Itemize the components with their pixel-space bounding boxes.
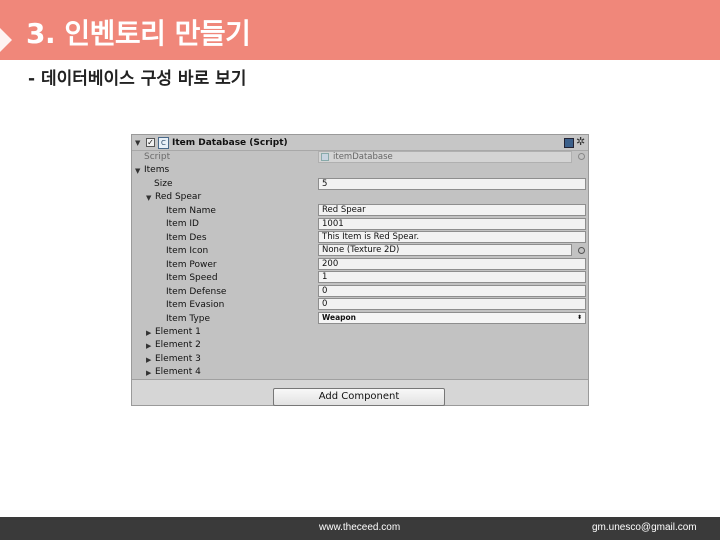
slide-footer-bar: www.theceed.com gm.unesco@gmail.com [0, 517, 720, 540]
object-picker-icon[interactable] [578, 247, 585, 254]
unity-inspector-panel: ▼ ✓ C Item Database (Script) ✲ Script it… [131, 134, 589, 406]
item-speed-label: Item Speed [166, 273, 218, 283]
script-picker-icon [578, 153, 585, 160]
element4-label[interactable]: Element 4 [155, 366, 201, 378]
item-power-label: Item Power [166, 260, 217, 270]
item-speed-input[interactable]: 1 [318, 271, 586, 283]
item-id-input[interactable]: 1001 [318, 218, 586, 230]
component-enabled-checkbox[interactable]: ✓ [146, 138, 155, 147]
element0-foldout-icon[interactable]: ▼ [146, 193, 151, 203]
item-evasion-input[interactable]: 0 [318, 298, 586, 310]
footer-email: gm.unesco@gmail.com [592, 522, 697, 533]
dropdown-arrows-icon: ⬍ [576, 314, 582, 321]
inspector-footer: Add Component [132, 379, 588, 406]
item-defense-label: Item Defense [166, 287, 227, 297]
slide-title: 3. 인벤토리 만들기 [26, 17, 251, 50]
element3-label[interactable]: Element 3 [155, 353, 201, 365]
component-foldout-icon[interactable]: ▼ [135, 138, 140, 148]
script-field-value: itemDatabase [333, 152, 393, 162]
item-des-input[interactable]: This Item is Red Spear. [318, 231, 586, 243]
item-power-input[interactable]: 200 [318, 258, 586, 270]
item-type-label: Item Type [166, 314, 211, 324]
items-foldout-icon[interactable]: ▼ [135, 166, 140, 176]
help-book-icon[interactable] [564, 138, 574, 148]
item-icon-label: Item Icon [166, 246, 209, 256]
component-header[interactable]: ▼ ✓ C Item Database (Script) ✲ [132, 135, 588, 151]
item-evasion-label: Item Evasion [166, 300, 225, 310]
component-title: Item Database (Script) [172, 138, 288, 148]
add-component-button[interactable]: Add Component [273, 388, 445, 406]
item-type-dropdown[interactable]: Weapon ⬍ [318, 312, 586, 324]
title-notch-decoration [0, 28, 12, 52]
gear-icon[interactable]: ✲ [576, 136, 585, 148]
item-type-value: Weapon [322, 313, 357, 322]
script-asset-icon [321, 153, 329, 161]
item-name-label: Item Name [166, 206, 216, 216]
element4-foldout-icon[interactable]: ▶ [146, 368, 151, 378]
element1-foldout-icon[interactable]: ▶ [146, 328, 151, 338]
script-label: Script [144, 152, 171, 162]
item-id-label: Item ID [166, 219, 199, 229]
slide-title-bar: 3. 인벤토리 만들기 [0, 0, 720, 60]
element3-foldout-icon[interactable]: ▶ [146, 355, 151, 365]
csharp-script-icon: C [158, 137, 169, 149]
items-label[interactable]: Items [144, 164, 169, 176]
footer-website: www.theceed.com [319, 522, 401, 533]
size-input[interactable]: 5 [318, 178, 586, 190]
item-des-label: Item Des [166, 233, 207, 243]
item-name-input[interactable]: Red Spear [318, 204, 586, 216]
item-defense-input[interactable]: 0 [318, 285, 586, 297]
item-icon-input[interactable]: None (Texture 2D) [318, 244, 572, 256]
element2-label[interactable]: Element 2 [155, 339, 201, 351]
size-label: Size [154, 179, 173, 189]
element2-foldout-icon[interactable]: ▶ [146, 341, 151, 351]
slide-subtitle: - 데이터베이스 구성 바로 보기 [28, 69, 247, 89]
element0-label[interactable]: Red Spear [155, 191, 201, 203]
script-field: itemDatabase [318, 151, 572, 163]
element1-label[interactable]: Element 1 [155, 326, 201, 338]
